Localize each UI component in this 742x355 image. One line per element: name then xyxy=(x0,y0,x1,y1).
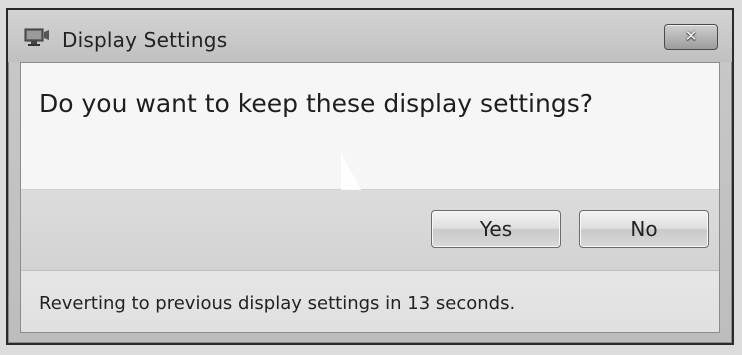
close-icon: ✕ xyxy=(684,27,698,45)
no-button[interactable]: No xyxy=(579,210,709,248)
window-title: Display Settings xyxy=(62,28,228,52)
title-bar[interactable]: Display Settings ✕ xyxy=(8,10,732,62)
status-area: Reverting to previous display settings i… xyxy=(21,271,719,332)
dialog-window: Display Settings ✕ Do you want to keep t… xyxy=(6,8,734,345)
display-icon xyxy=(24,28,50,46)
close-button[interactable]: ✕ xyxy=(664,24,718,50)
dialog-client-area: Do you want to keep these display settin… xyxy=(20,62,720,333)
dialog-question: Do you want to keep these display settin… xyxy=(39,89,594,118)
button-row: Yes No xyxy=(21,190,719,271)
countdown-status: Reverting to previous display settings i… xyxy=(39,293,516,314)
yes-button[interactable]: Yes xyxy=(431,210,561,248)
question-area: Do you want to keep these display settin… xyxy=(21,63,719,190)
